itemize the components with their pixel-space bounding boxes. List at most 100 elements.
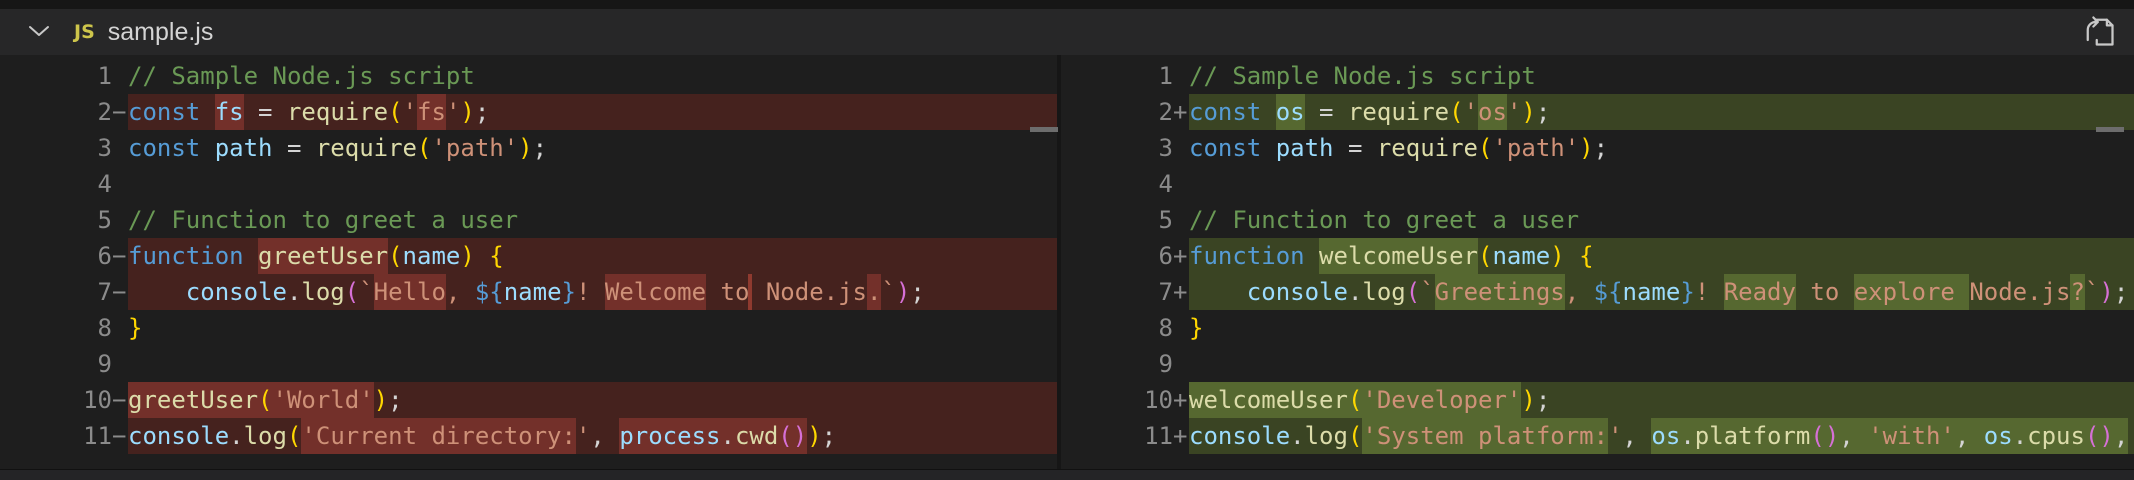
code-token: ; <box>475 98 489 126</box>
diff-pane-modified[interactable]: 1// Sample Node.js script2+const os = re… <box>1061 55 2134 469</box>
code-line[interactable] <box>128 166 1057 202</box>
code-token: , <box>446 278 475 306</box>
left-pane-scrollbar-thumb[interactable] <box>1030 127 1058 132</box>
code-token: ) <box>1550 242 1564 270</box>
diff-row-right-10: 10+welcomeUser('Developer'); <box>1061 382 2134 418</box>
code-token: { <box>1579 242 1593 270</box>
code-token: , <box>1565 278 1594 306</box>
side-by-side-diff: 1// Sample Node.js script2−const fs = re… <box>0 55 2134 469</box>
code-token: ' <box>403 98 417 126</box>
code-token: = <box>1334 134 1377 162</box>
code-token: ( <box>1348 422 1362 450</box>
code-token: // Function to greet a user <box>128 206 518 234</box>
diff-viewer-window: JS sample.js 1// Sample Node.js script2−… <box>0 0 2134 480</box>
javascript-file-icon: JS <box>74 21 95 43</box>
code-token: Hello <box>374 274 446 310</box>
code-token: name <box>504 278 562 306</box>
code-token: ) <box>374 386 388 414</box>
code-token: // Sample Node.js script <box>128 62 475 90</box>
line-number: 6 <box>0 238 112 274</box>
code-token: path <box>215 134 273 162</box>
bottom-border-strip <box>0 469 2134 480</box>
code-line[interactable]: function welcomeUser(name) { <box>1189 238 2134 274</box>
code-token: log <box>301 278 344 306</box>
code-token <box>1565 242 1579 270</box>
code-token: ! <box>1695 278 1724 306</box>
code-token: require <box>287 98 388 126</box>
code-token: to <box>706 278 749 306</box>
code-token: 'path' <box>1492 134 1579 162</box>
code-token: = <box>244 98 287 126</box>
code-token: . <box>867 274 881 310</box>
code-line[interactable]: welcomeUser('Developer'); <box>1189 382 2134 418</box>
diff-sign: − <box>112 238 128 274</box>
code-token: () <box>2085 418 2114 454</box>
code-token: path <box>1276 134 1334 162</box>
code-line[interactable]: console.log(`Greetings, ${name}! Ready t… <box>1189 274 2134 310</box>
code-line[interactable]: console.log(`Hello, ${name}! Welcome to … <box>128 274 1057 310</box>
code-token: . <box>1290 422 1304 450</box>
code-line[interactable]: } <box>1189 310 2134 346</box>
code-line[interactable]: // Sample Node.js script <box>1189 58 2134 94</box>
code-token: ; <box>2114 278 2128 306</box>
diff-row-right-2: 2+const os = require('os'); <box>1061 94 2134 130</box>
diff-row-right-6: 6+function welcomeUser(name) { <box>1061 238 2134 274</box>
code-token: ( <box>258 382 272 418</box>
code-token: } <box>128 314 142 342</box>
code-token: explore <box>1854 274 1970 310</box>
code-token <box>128 278 186 306</box>
code-line[interactable]: greetUser('World'); <box>128 382 1057 418</box>
diff-sign <box>112 166 128 202</box>
code-line[interactable]: // Function to greet a user <box>128 202 1057 238</box>
code-token: ) <box>460 98 474 126</box>
diff-pane-original[interactable]: 1// Sample Node.js script2−const fs = re… <box>0 55 1057 469</box>
code-line[interactable]: console.log('System platform:', os.platf… <box>1189 418 2134 454</box>
diff-sign: + <box>1173 94 1189 130</box>
code-token: 'path' <box>431 134 518 162</box>
code-line[interactable]: console.log('Current directory:', proces… <box>128 418 1057 454</box>
code-token: = <box>273 134 316 162</box>
code-token: log <box>244 422 287 450</box>
code-token: require <box>1348 98 1449 126</box>
diff-sign: − <box>112 382 128 418</box>
code-line[interactable] <box>1189 346 2134 382</box>
diff-sign <box>112 310 128 346</box>
code-token: Node.js <box>751 278 867 306</box>
diff-sign: + <box>1173 382 1189 418</box>
code-token: , <box>1955 418 1984 454</box>
code-line[interactable] <box>1189 166 2134 202</box>
collapse-chevron-button[interactable] <box>22 15 56 49</box>
diff-sign: + <box>1173 418 1189 454</box>
code-line[interactable]: // Sample Node.js script <box>128 58 1057 94</box>
diff-row-left-1: 1// Sample Node.js script <box>0 58 1057 94</box>
copy-file-button[interactable] <box>2080 13 2118 51</box>
code-token: Ready <box>1724 274 1796 310</box>
code-line[interactable]: const path = require('path'); <box>128 130 1057 166</box>
code-token: . <box>1680 418 1694 454</box>
code-token: console <box>1189 422 1290 450</box>
diff-row-left-4: 4 <box>0 166 1057 202</box>
code-token: fs <box>417 94 446 130</box>
code-token: ) <box>1579 134 1593 162</box>
code-token: . <box>287 278 301 306</box>
code-line[interactable]: const os = require('os'); <box>1189 94 2134 130</box>
code-line[interactable]: function greetUser(name) { <box>128 238 1057 274</box>
chevron-down-icon <box>28 24 50 41</box>
code-line[interactable]: } <box>128 310 1057 346</box>
code-token: 'Current directory: <box>301 418 576 454</box>
diff-row-left-8: 8} <box>0 310 1057 346</box>
code-line[interactable]: const path = require('path'); <box>1189 130 2134 166</box>
code-token: Welcome <box>605 274 706 310</box>
code-token: ' <box>1464 98 1478 126</box>
code-line[interactable]: const fs = require('fs'); <box>128 94 1057 130</box>
code-line[interactable] <box>128 346 1057 382</box>
code-line[interactable]: // Function to greet a user <box>1189 202 2134 238</box>
code-token: ) <box>2099 278 2113 306</box>
right-pane-scrollbar-thumb[interactable] <box>2096 127 2124 132</box>
code-token: ` <box>2085 278 2099 306</box>
code-token: Greetings <box>1435 274 1565 310</box>
code-token: ' <box>576 422 590 450</box>
code-token: () <box>1810 418 1839 454</box>
code-token: const <box>1189 98 1276 126</box>
code-token: ( <box>287 422 301 450</box>
